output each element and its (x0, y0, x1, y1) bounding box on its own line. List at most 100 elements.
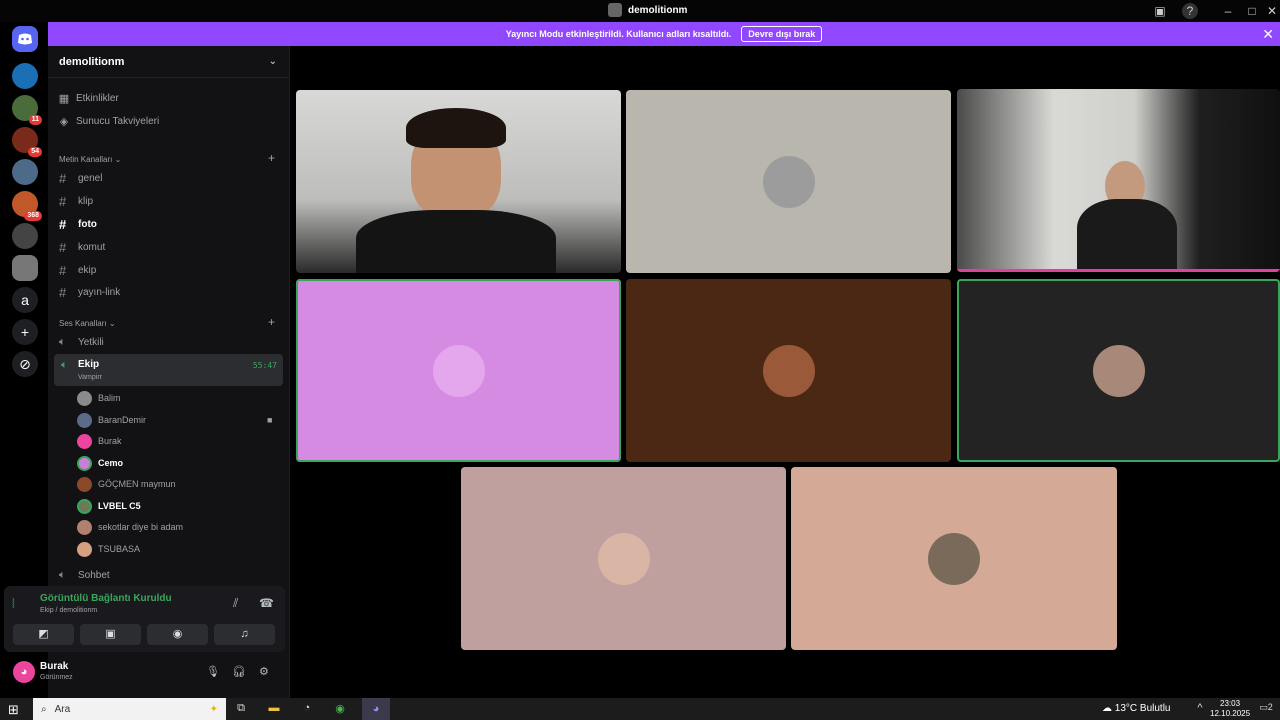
video-tile-camera[interactable] (957, 89, 1280, 272)
voice-member[interactable]: sekotlar diye bi adam (77, 518, 183, 536)
discord-taskbar-icon[interactable]: ◕ (362, 698, 390, 720)
windows-taskbar: ⊞ ⌕ Ara ✦ ⧉ ▬ ◔ ◉ ◕ ☁ 13°C Bulutlu ^ 23:… (0, 698, 1280, 720)
video-tile-avatar[interactable] (626, 279, 951, 462)
maximize-icon[interactable]: □ (1244, 3, 1260, 19)
server-boosts-item[interactable]: ◈ Sunucu Takviyeleri (58, 111, 159, 131)
chevron-up-icon[interactable]: ^ (1192, 702, 1208, 716)
voice-member[interactable]: Balim (77, 389, 121, 407)
search-placeholder: Ara (54, 703, 71, 715)
voice-channel-status: Vampirr (78, 374, 102, 381)
task-view-icon[interactable]: ⧉ (233, 702, 249, 716)
clock-date: 12.10.2025 (1210, 709, 1251, 718)
user-name[interactable]: Burak (40, 661, 68, 672)
hash-icon: # (59, 216, 67, 232)
search-icon: ⌕ (41, 703, 47, 715)
channel-label: Sohbet (78, 569, 110, 581)
channel-komut[interactable]: # komut (59, 237, 105, 257)
add-text-channel-icon[interactable]: + (268, 151, 275, 165)
member-name: BaranDemir (98, 415, 147, 425)
channel-genel[interactable]: # genel (59, 168, 102, 188)
voice-member[interactable]: LVBEL C5 (77, 497, 141, 515)
video-tile-avatar[interactable] (791, 467, 1117, 650)
discord-home-icon[interactable] (12, 26, 38, 52)
member-name: GÖÇMEN maymun (98, 479, 176, 489)
disconnect-icon[interactable]: ☎ (259, 596, 274, 610)
channel-ekip[interactable]: # ekip (59, 260, 96, 280)
voice-member[interactable]: Burak (77, 432, 122, 450)
server-letter-icon[interactable]: a (12, 287, 38, 313)
channel-foto[interactable]: # foto (59, 214, 97, 234)
voice-category[interactable]: Ses Kanalları ⌄ (59, 319, 116, 328)
channel-label: Yetkili (78, 336, 104, 348)
channel-klip[interactable]: # klip (59, 191, 93, 211)
activities-button[interactable]: ◉ (147, 624, 208, 645)
camera-icon: ■ (267, 415, 273, 425)
server-icon[interactable] (12, 223, 38, 249)
text-category[interactable]: Metin Kanalları ⌄ (59, 155, 121, 164)
microphone-icon[interactable]: 🎙︎ (206, 665, 220, 678)
video-tile-avatar-speaking[interactable] (957, 279, 1280, 462)
voice-member[interactable]: Cemo (77, 454, 123, 472)
inbox-icon[interactable]: ▣ (1152, 3, 1168, 19)
soundboard-button[interactable]: ♫ (214, 624, 275, 645)
notifications-icon[interactable]: ▭2 (1258, 702, 1274, 716)
app-icon[interactable]: ◔ (299, 702, 315, 716)
headphones-icon[interactable]: 🎧︎ (232, 665, 246, 678)
screen-share-button[interactable]: ▣ (80, 624, 141, 645)
hash-icon: # (59, 284, 67, 300)
add-voice-channel-icon[interactable]: + (268, 315, 275, 329)
server-icon[interactable]: 54 (12, 127, 42, 157)
discover-icon[interactable]: ⊘ (12, 351, 38, 377)
disable-streamer-mode-button[interactable]: Devre dışı bırak (741, 26, 823, 42)
window-title-text: demolitionm (628, 4, 688, 16)
voice-member[interactable]: TSUBASA (77, 540, 140, 558)
avatar (77, 390, 92, 406)
cloud-icon: ☁ (1102, 703, 1112, 714)
server-icon[interactable]: 368 (12, 191, 42, 221)
close-window-icon[interactable]: ✕ (1264, 3, 1280, 19)
banner-message: Yayıncı Modu etkinleştirildi. Kullanıcı … (505, 29, 732, 39)
connection-location[interactable]: Ekip / demolitionm (40, 607, 97, 614)
add-server-icon[interactable]: + (12, 319, 38, 345)
voice-channel-sohbet[interactable]: 🔈︎ Sohbet (59, 565, 110, 585)
help-icon[interactable]: ? (1182, 3, 1198, 19)
weather-widget[interactable]: ☁ 13°C Bulutlu (1102, 703, 1170, 714)
participant-avatar (1092, 344, 1145, 397)
events-item[interactable]: ▦ Etkinlikler (58, 88, 119, 108)
server-icon[interactable] (12, 159, 38, 185)
events-label: Etkinlikler (76, 92, 119, 104)
minimize-icon[interactable]: – (1220, 3, 1236, 19)
taskbar-search[interactable]: ⌕ Ara ✦ (33, 698, 226, 720)
server-icon[interactable] (12, 63, 38, 89)
member-name: Cemo (98, 458, 124, 468)
system-clock[interactable]: 23:03 12.10.2025 (1210, 699, 1250, 719)
channel-label: yayın-link (78, 286, 121, 298)
connection-status[interactable]: Görüntülü Bağlantı Kuruldu (40, 593, 172, 604)
video-tile-avatar-speaking[interactable] (296, 279, 621, 462)
video-tile-avatar[interactable] (461, 467, 786, 650)
channel-label: komut (78, 241, 106, 253)
member-name: Balim (98, 393, 121, 403)
noise-suppression-icon[interactable]: ⫽ (233, 596, 238, 611)
voice-channel-yetkili[interactable]: 🔈︎ Yetkili (59, 332, 104, 352)
channel-yayin-link[interactable]: # yayın-link (59, 282, 120, 302)
windows-start-icon[interactable]: ⊞ (8, 702, 19, 718)
chevron-down-icon: ⌄ (268, 56, 277, 67)
server-icon-active[interactable] (12, 255, 38, 281)
window-title: demolitionm (608, 3, 687, 17)
chrome-icon[interactable]: ◉ (332, 702, 348, 716)
guild-header[interactable]: demolitionm ⌄ (48, 46, 289, 78)
voice-channel-ekip[interactable]: 🔈︎ Ekip Vampirr 55:47 (54, 354, 283, 386)
server-icon[interactable]: 11 (12, 95, 42, 125)
avatar (77, 412, 92, 428)
banner-close-icon[interactable]: ✕ (1262, 26, 1274, 43)
settings-gear-icon[interactable]: ⚙ (259, 665, 269, 678)
file-explorer-icon[interactable]: ▬ (266, 702, 282, 716)
voice-member[interactable]: BaranDemir ■ (77, 411, 272, 429)
avatar (77, 455, 92, 471)
video-tile-avatar[interactable] (626, 90, 951, 273)
camera-off-button[interactable]: ◩ (13, 624, 74, 645)
user-avatar[interactable]: ◕ (13, 661, 35, 683)
voice-member[interactable]: GÖÇMEN maymun (77, 475, 176, 493)
video-tile-camera[interactable] (296, 90, 621, 273)
